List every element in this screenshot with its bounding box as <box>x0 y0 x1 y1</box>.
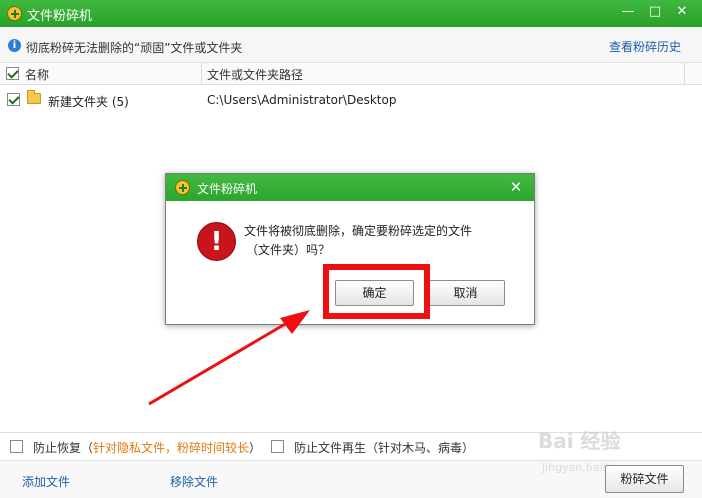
shred-file-button[interactable]: 粉碎文件 <box>605 465 684 493</box>
highlight-box <box>323 264 430 319</box>
column-divider[interactable] <box>684 63 685 85</box>
app-logo-icon <box>175 180 190 195</box>
watermark-text: Bai 经验 <box>538 429 621 453</box>
row-checkbox[interactable] <box>7 93 20 106</box>
cancel-button[interactable]: 取消 <box>426 280 505 306</box>
add-file-link[interactable]: 添加文件 <box>22 473 70 490</box>
remove-file-link[interactable]: 移除文件 <box>170 473 218 490</box>
dialog-message-line1: 文件将被彻底删除，确定要粉碎选定的文件 <box>244 224 473 238</box>
dialog-title-bar: 文件粉碎机 ✕ <box>166 174 534 201</box>
folder-icon <box>27 90 41 104</box>
prevent-recovery-label[interactable]: 防止恢复（针对隐私文件，粉碎时间较长） <box>33 439 261 456</box>
arrow-shaft <box>148 318 293 406</box>
file-list-header: 名称 文件或文件夹路径 <box>0 63 702 85</box>
column-divider[interactable] <box>201 63 202 85</box>
close-icon[interactable]: ✕ <box>507 178 525 196</box>
prevent-recovery-checkbox[interactable] <box>10 440 23 453</box>
file-path: C:\Users\Administrator\Desktop <box>207 93 397 107</box>
prevent-recovery-note: 针对隐私文件，粉碎时间较长 <box>93 441 250 455</box>
table-row[interactable]: 新建文件夹 (5) C:\Users\Administrator\Desktop <box>0 88 702 112</box>
prevent-recovery-close: ） <box>249 441 262 455</box>
prevent-regeneration-checkbox[interactable] <box>271 440 284 453</box>
select-all-checkbox[interactable] <box>6 67 19 80</box>
view-history-link[interactable]: 查看粉碎历史 <box>609 38 681 55</box>
dialog-message-line2: （文件夹）吗？ <box>246 243 331 257</box>
info-icon: i <box>8 39 21 52</box>
info-bar: i 彻底粉碎无法删除的“顽固”文件或文件夹 查看粉碎历史 <box>0 27 702 63</box>
prevent-recovery-text: 防止恢复（ <box>33 441 94 455</box>
title-bar: 文件粉碎机 — □ ✕ <box>0 0 702 27</box>
restore-icon[interactable]: □ <box>645 3 665 21</box>
file-name: 新建文件夹 (5) <box>48 95 129 109</box>
error-icon: ! <box>197 222 236 261</box>
close-icon[interactable]: ✕ <box>672 3 692 21</box>
info-message: 彻底粉碎无法删除的“顽固”文件或文件夹 <box>26 41 243 55</box>
dialog-title: 文件粉碎机 <box>197 182 258 196</box>
column-name-header[interactable]: 名称 <box>25 66 49 83</box>
window-title: 文件粉碎机 <box>27 9 93 24</box>
prevent-regeneration-label[interactable]: 防止文件再生（针对木马、病毒） <box>294 439 474 456</box>
column-path-header[interactable]: 文件或文件夹路径 <box>207 66 303 83</box>
minimize-icon[interactable]: — <box>618 3 638 21</box>
app-logo-icon <box>7 6 22 21</box>
